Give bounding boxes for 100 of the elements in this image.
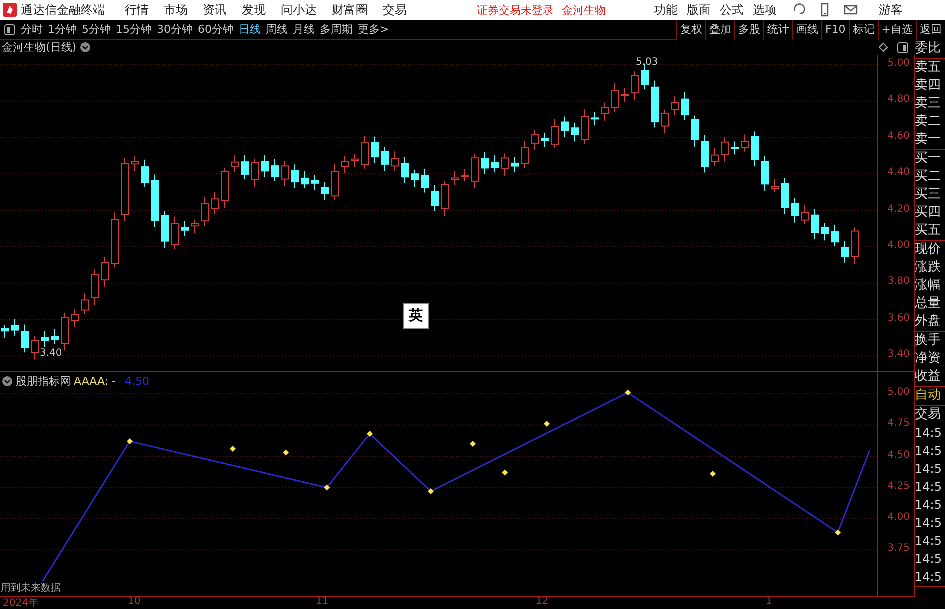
toolbar-button[interactable]: 多股 <box>734 20 764 40</box>
candlestick <box>391 151 399 172</box>
diamond-icon[interactable] <box>879 43 888 52</box>
price-marker: 3.40 <box>40 348 62 359</box>
candlestick <box>1 324 9 339</box>
candlestick <box>691 115 699 148</box>
period-tab[interactable]: 多周期 <box>320 22 353 37</box>
candlestick <box>441 180 449 217</box>
input-method-indicator[interactable]: 英 <box>403 303 429 329</box>
candlestick <box>431 184 439 212</box>
menu-item[interactable]: 市场 <box>164 2 188 18</box>
axis-label: 5.00 <box>888 58 910 69</box>
candlestick <box>821 222 829 242</box>
axis-label: 4.60 <box>888 130 910 142</box>
dropdown-icon[interactable] <box>2 376 13 387</box>
axis-label: 5.00 <box>888 387 910 398</box>
axis-label: 10 <box>128 596 141 607</box>
period-tab[interactable]: 30分钟 <box>157 22 193 37</box>
toolbar-button[interactable]: 返回 <box>916 20 945 40</box>
app-logo-icon <box>3 3 17 17</box>
trade-time: 14:5 <box>915 533 943 550</box>
warning-text: 用到未来数据 <box>1 581 61 595</box>
candlestick <box>841 240 849 264</box>
menu-item[interactable]: 行情 <box>125 2 149 18</box>
quote-label: 卖五 <box>915 59 942 77</box>
quote-label: 卖一 <box>915 131 942 149</box>
menu-item[interactable]: 公式 <box>720 2 744 18</box>
dropdown-icon[interactable] <box>80 42 91 53</box>
toolbar-button[interactable]: 画线 <box>792 20 822 40</box>
candlestick <box>111 212 119 268</box>
period-tab[interactable]: 更多> <box>358 22 390 37</box>
panel-toggle-icon[interactable] <box>897 42 909 54</box>
period-tab[interactable]: 15分钟 <box>116 22 152 37</box>
price-marker: 5.03 <box>636 57 658 68</box>
user-label[interactable]: 游客 <box>879 2 903 18</box>
period-tab[interactable]: 60分钟 <box>198 22 234 37</box>
period-tab[interactable]: 5分钟 <box>82 22 111 37</box>
trade-time: 14:5 <box>915 461 943 478</box>
candlestick <box>361 135 369 170</box>
period-tab[interactable]: 月线 <box>293 22 315 37</box>
quote-label: 买五 <box>915 222 942 240</box>
candlestick <box>761 156 769 192</box>
candlestick <box>791 198 799 224</box>
trade-time: 14:5 <box>915 443 943 460</box>
period-tab[interactable]: 分时 <box>21 22 43 37</box>
period-tab[interactable]: 日线 <box>239 22 261 37</box>
toolbar-button[interactable]: +自选 <box>878 20 916 40</box>
axis-label: 3.40 <box>888 349 910 360</box>
candlestick <box>281 161 289 187</box>
period-tab[interactable]: 周线 <box>266 22 288 37</box>
status-notice[interactable]: 证券交易未登录 <box>477 2 554 18</box>
candlestick <box>81 292 89 315</box>
axis-label: 3.80 <box>888 276 910 288</box>
axis-label: 4.20 <box>888 204 910 215</box>
panel-toggle-icon[interactable] <box>4 24 16 36</box>
candlestick <box>511 156 519 174</box>
quote-label: 净资 <box>915 350 942 368</box>
candlestick <box>831 224 839 248</box>
toolbar-button[interactable]: 标记 <box>848 20 878 40</box>
candlestick <box>651 80 659 128</box>
candlestick <box>401 156 409 184</box>
menu-item[interactable]: 交易 <box>383 2 407 18</box>
trade-time: 14:5 <box>915 497 943 514</box>
axis-label: 4.00 <box>888 240 910 251</box>
quote-label: 买一 <box>915 150 942 168</box>
status-notice[interactable]: 金河生物 <box>562 2 606 18</box>
menu-item[interactable]: 发现 <box>242 2 266 18</box>
candlestick <box>771 179 779 194</box>
candlestick <box>601 102 609 122</box>
candlestick <box>481 152 489 175</box>
quote-label: 总量 <box>915 295 942 313</box>
trade-time: 14:5 <box>915 479 943 496</box>
mode-label[interactable]: 自动 <box>915 387 945 405</box>
candlestick <box>671 95 679 116</box>
candlestick <box>631 71 639 101</box>
menu-item[interactable]: 资讯 <box>203 2 227 18</box>
menu-item[interactable]: 财富圈 <box>332 2 368 18</box>
menu-item[interactable]: 功能 <box>654 2 678 18</box>
menu-item[interactable]: 问小达 <box>281 2 317 18</box>
candlestick <box>801 204 809 225</box>
menu-item[interactable]: 版面 <box>687 2 711 18</box>
axis-label: 4.50 <box>888 450 910 460</box>
candlestick <box>291 164 299 189</box>
toolbar-button[interactable]: 复权 <box>676 20 706 40</box>
menu-item[interactable]: 选项 <box>753 2 777 18</box>
candlestick <box>121 158 129 222</box>
toolbar-button[interactable]: 统计 <box>763 20 792 40</box>
quote-label: 收益 <box>915 368 942 386</box>
candlestick <box>311 174 319 191</box>
candlestick <box>61 312 69 352</box>
trade-time: 14:5 <box>915 569 943 586</box>
candlestick <box>501 153 509 177</box>
axis-label: 4.40 <box>888 167 910 178</box>
quote-label: 委比 <box>915 40 942 58</box>
toolbar-button[interactable]: 叠加 <box>705 20 734 40</box>
toolbar-button[interactable]: F10 <box>821 20 849 40</box>
period-tab[interactable]: 1分钟 <box>48 22 77 37</box>
series-value: 4.50 <box>125 375 150 388</box>
candlestick <box>151 174 159 228</box>
candlestick <box>421 168 429 194</box>
